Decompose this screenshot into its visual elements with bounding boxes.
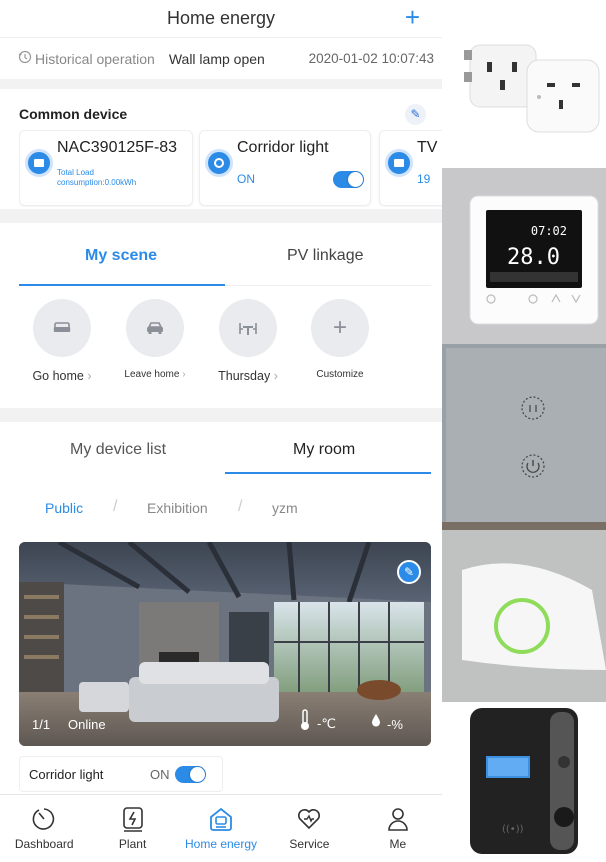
device-consumption: Total Load consumption:0.00kWh [57,168,136,188]
filter-separator: / [113,498,118,515]
scene-thursday[interactable]: Thursday › [208,299,288,383]
nav-me[interactable]: Me [354,795,442,857]
filter-yzm[interactable]: yzm [272,500,298,516]
scene-section: My scene PV linkage Go home › Leave home… [0,223,442,408]
scene-go-home[interactable]: Go home › [22,299,102,383]
device-icon [25,149,53,177]
device-name: NAC390125F-83 [57,139,178,156]
device-card[interactable]: NAC390125F-83 Total Load consumption:0.0… [19,130,193,206]
photo-temperature: -℃ [317,716,336,731]
scene-label: Customize [316,369,364,380]
device-status: ON [237,172,255,186]
edit-photo-icon[interactable]: ✎ [397,560,421,584]
plus-icon: + [311,299,369,357]
glass-switch-photo [442,344,606,530]
section-title: Common device [19,106,128,122]
living-room-image [19,542,431,746]
svg-text:((•)): ((•)) [502,824,524,835]
nav-label: Me [389,837,407,851]
bottom-nav: Dashboard Plant Home energy Service Me [0,794,442,857]
scene-tabs: My scene PV linkage [0,223,442,286]
page-title: Home energy [166,8,276,28]
device-card[interactable]: TV 19 [379,130,442,206]
device-name: Corridor light [237,139,329,156]
humidity-icon [371,713,381,732]
tab-my-device-list[interactable]: My device list [70,441,166,459]
tab-baseline [225,285,431,286]
nav-label: Dashboard [14,837,74,851]
home-icon [177,795,265,833]
tab-my-scene[interactable]: My scene [85,247,157,265]
product-gallery: 07:02 28.0 ((•)) [442,0,606,857]
thermometer-icon [299,709,311,736]
nav-service[interactable]: Service [265,795,353,857]
light-icon [205,149,233,177]
tab-pv-linkage[interactable]: PV linkage [287,247,364,265]
room-device-status: ON [150,767,170,782]
nav-label: Plant [118,837,147,851]
dining-icon [219,299,277,357]
filter-public[interactable]: Public [45,500,83,516]
nav-label: Home energy [184,837,258,851]
device-value: 19 [417,172,431,186]
device-name: TV [417,139,438,156]
device-card[interactable]: Corridor light ON [199,130,371,206]
tv-icon [385,149,413,177]
scene-label: Thursday › [218,369,278,383]
room-section: My device list My room Public / Exhibiti… [0,422,442,794]
history-timestamp: 2020-01-02 10:07:43 [308,51,434,66]
thermostat-photo: 07:02 28.0 [442,168,606,344]
filter-exhibition[interactable]: Exhibition [147,500,208,516]
user-icon [354,795,442,833]
consumption-value: consumption:0.00kWh [57,178,137,187]
smart-plug-photo [442,0,606,168]
common-device-section: Common device ✎ NAC390125F-83 Total Load… [0,89,442,209]
photo-page: 1/1 [32,717,51,732]
nav-label: Service [289,837,330,851]
history-bar[interactable]: Historical operation Wall lamp open 2020… [0,37,442,79]
nav-home-energy[interactable]: Home energy [177,795,265,857]
filter-separator: / [238,498,243,515]
scene-label: Leave home › [124,369,186,380]
device-toggle[interactable] [333,171,364,188]
history-label: Historical operation [35,50,155,67]
plant-icon [88,795,176,833]
divider [0,79,442,89]
room-device-item[interactable]: Corridor light ON [19,756,223,792]
sofa-icon [33,299,91,357]
consumption-label: Total Load [57,168,94,177]
edit-icon[interactable]: ✎ [405,104,426,125]
tab-underline [225,472,431,474]
scene-customize[interactable]: + Customize [300,299,380,380]
svg-text:28.0: 28.0 [507,245,560,270]
add-icon[interactable]: + [405,3,420,31]
app-header: Home energy + [0,0,442,37]
smart-button-photo [442,530,606,702]
history-operation: Wall lamp open [168,50,265,67]
room-photo[interactable]: ✎ 1/1 Online -℃ -% [19,542,431,746]
car-icon [126,299,184,357]
app-screen: Home energy + Historical operation Wall … [0,0,442,857]
history-icon [18,50,32,67]
nav-plant[interactable]: Plant [88,795,176,857]
photo-humidity: -% [387,717,403,732]
room-device-toggle[interactable] [175,766,206,783]
nav-dashboard[interactable]: Dashboard [0,795,88,857]
service-icon [265,795,353,833]
scene-leave-home[interactable]: Leave home › [115,299,195,380]
tab-my-room[interactable]: My room [293,441,355,459]
tab-underline [19,284,225,286]
device-cards: NAC390125F-83 Total Load consumption:0.0… [19,130,442,207]
scene-label: Go home › [32,369,92,383]
svg-text:07:02: 07:02 [531,224,567,238]
room-device-name: Corridor light [29,767,104,782]
ev-charger-photo: ((•)) [442,702,606,857]
photo-status: Online [68,717,106,732]
gauge-icon [0,795,88,833]
